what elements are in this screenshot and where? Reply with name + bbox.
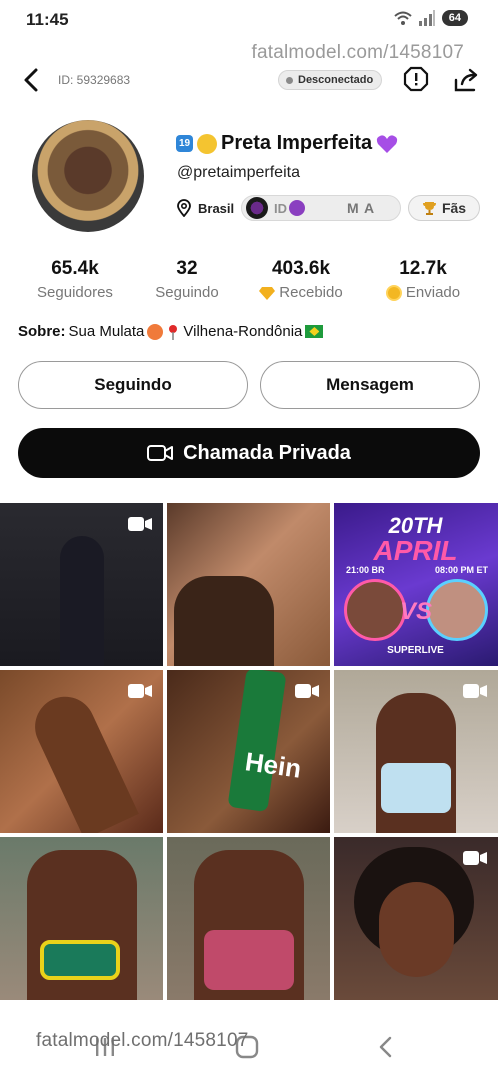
stats-row: 65.4k Seguidores 32 Seguindo 403.6k Rece… [0,258,498,308]
stat-value: 12.7k [399,258,447,279]
profile-id: ID: 59329683 [58,73,131,87]
video-camera-icon [128,517,152,531]
coin-icon [385,284,402,301]
pill-text-1: ID [274,200,287,216]
stat-value: 403.6k [271,258,331,279]
status-bar: 11:45 64 [0,0,498,38]
location-pin-icon [177,199,191,217]
diamond-icon [259,286,276,300]
back-icon[interactable] [18,64,48,96]
stat-following[interactable]: 32 Seguindo [132,258,242,301]
media-tile-promo[interactable]: 20TH APRIL 21:00 BR 08:00 PM ET VS SUPER… [334,503,498,666]
photo-subject [379,882,454,977]
connection-status-badge: Desconectado [278,70,383,90]
nav-back-icon[interactable] [376,1034,396,1060]
username: @pretaimperfeita [177,164,300,181]
purple-heart-icon [377,134,398,153]
video-camera-icon [147,445,174,461]
media-tile[interactable] [167,837,330,1000]
following-button[interactable]: Seguindo [18,361,248,409]
report-icon[interactable] [403,66,429,92]
promo-vs: VS [400,598,433,625]
photo-clothing [381,763,451,813]
stat-label: Recebido [279,284,343,301]
media-tile[interactable] [0,503,163,666]
share-icon[interactable] [452,66,480,94]
orb-icon [246,197,268,219]
avatar[interactable] [32,120,144,232]
media-tile[interactable] [0,837,163,1000]
video-camera-icon [463,851,487,865]
promo-time-left: 21:00 BR [346,565,385,575]
fans-label: Fãs [441,200,467,216]
promo-time-right: 08:00 PM ET [434,565,488,575]
video-camera-icon [295,684,319,698]
stat-label: Seguidores [37,284,113,301]
signal-icon [418,10,435,26]
promo-avatar-right [426,579,488,641]
flushed-emoji-icon [147,323,164,340]
badges-row: Brasil ID M A Fãs [176,195,480,221]
media-tile[interactable] [167,503,330,666]
level-badge: 19 [176,135,193,152]
stat-sent[interactable]: 12.7k Enviado [368,258,478,301]
stat-value: 65.4k [51,258,99,279]
stat-label: Seguindo [155,284,219,301]
about-text-2: Vilhena-Rondônia [183,323,303,340]
status-icons: 64 [394,10,468,26]
profile-header: ID: 59329683 Desconectado [0,60,498,102]
brazil-flag-icon [305,325,324,338]
stat-label: Enviado [405,284,461,301]
status-time: 11:45 [26,10,69,29]
about-label: Sobre: [18,323,66,340]
stat-received[interactable]: 403.6k Recebido [246,258,356,301]
country: Brasil [198,200,235,216]
photo-subject [59,536,104,666]
display-name: Preta Imperfeita [221,132,373,154]
trophy-icon [422,201,436,215]
pill-text-2: M A [347,200,376,216]
about-text-1: Sua Mulata [68,323,145,340]
photo-clothing [203,930,294,990]
promo-footer: SUPERLIVE [387,645,444,656]
promo-avatar-left [344,579,406,641]
status-dot-icon [286,76,293,84]
wifi-icon [394,11,412,25]
private-call-button[interactable]: Chamada Privada [18,428,480,478]
photo-subject [174,576,275,666]
name-row: 19 Preta Imperfeita [176,132,398,155]
connection-status-label: Desconectado [298,74,374,86]
media-tile[interactable]: Hein [167,670,330,833]
media-tile[interactable] [0,670,163,833]
red-pin-icon [169,324,178,340]
about-section: Sobre: Sua Mulata Vilhena-Rondônia [18,323,324,340]
photo-clothing [40,940,120,980]
emoji-icon [197,133,217,154]
private-call-label: Chamada Privada [183,441,351,464]
video-camera-icon [463,684,487,698]
bottle-image [227,670,287,813]
stat-value: 32 [176,258,198,279]
battery-level: 64 [441,10,468,26]
promo-month: APRIL [373,535,458,566]
media-tile[interactable] [334,670,498,833]
media-tile[interactable] [334,837,498,1000]
stat-followers[interactable]: 65.4k Seguidores [20,258,130,301]
message-button[interactable]: Mensagem [260,361,480,409]
devil-icon [289,200,305,216]
video-camera-icon [128,684,152,698]
level-pill[interactable]: ID M A [241,195,401,221]
watermark-bottom: fatalmodel.com/1458107 [36,1030,249,1051]
photo-subject [24,686,139,833]
fans-button[interactable]: Fãs [408,195,480,221]
